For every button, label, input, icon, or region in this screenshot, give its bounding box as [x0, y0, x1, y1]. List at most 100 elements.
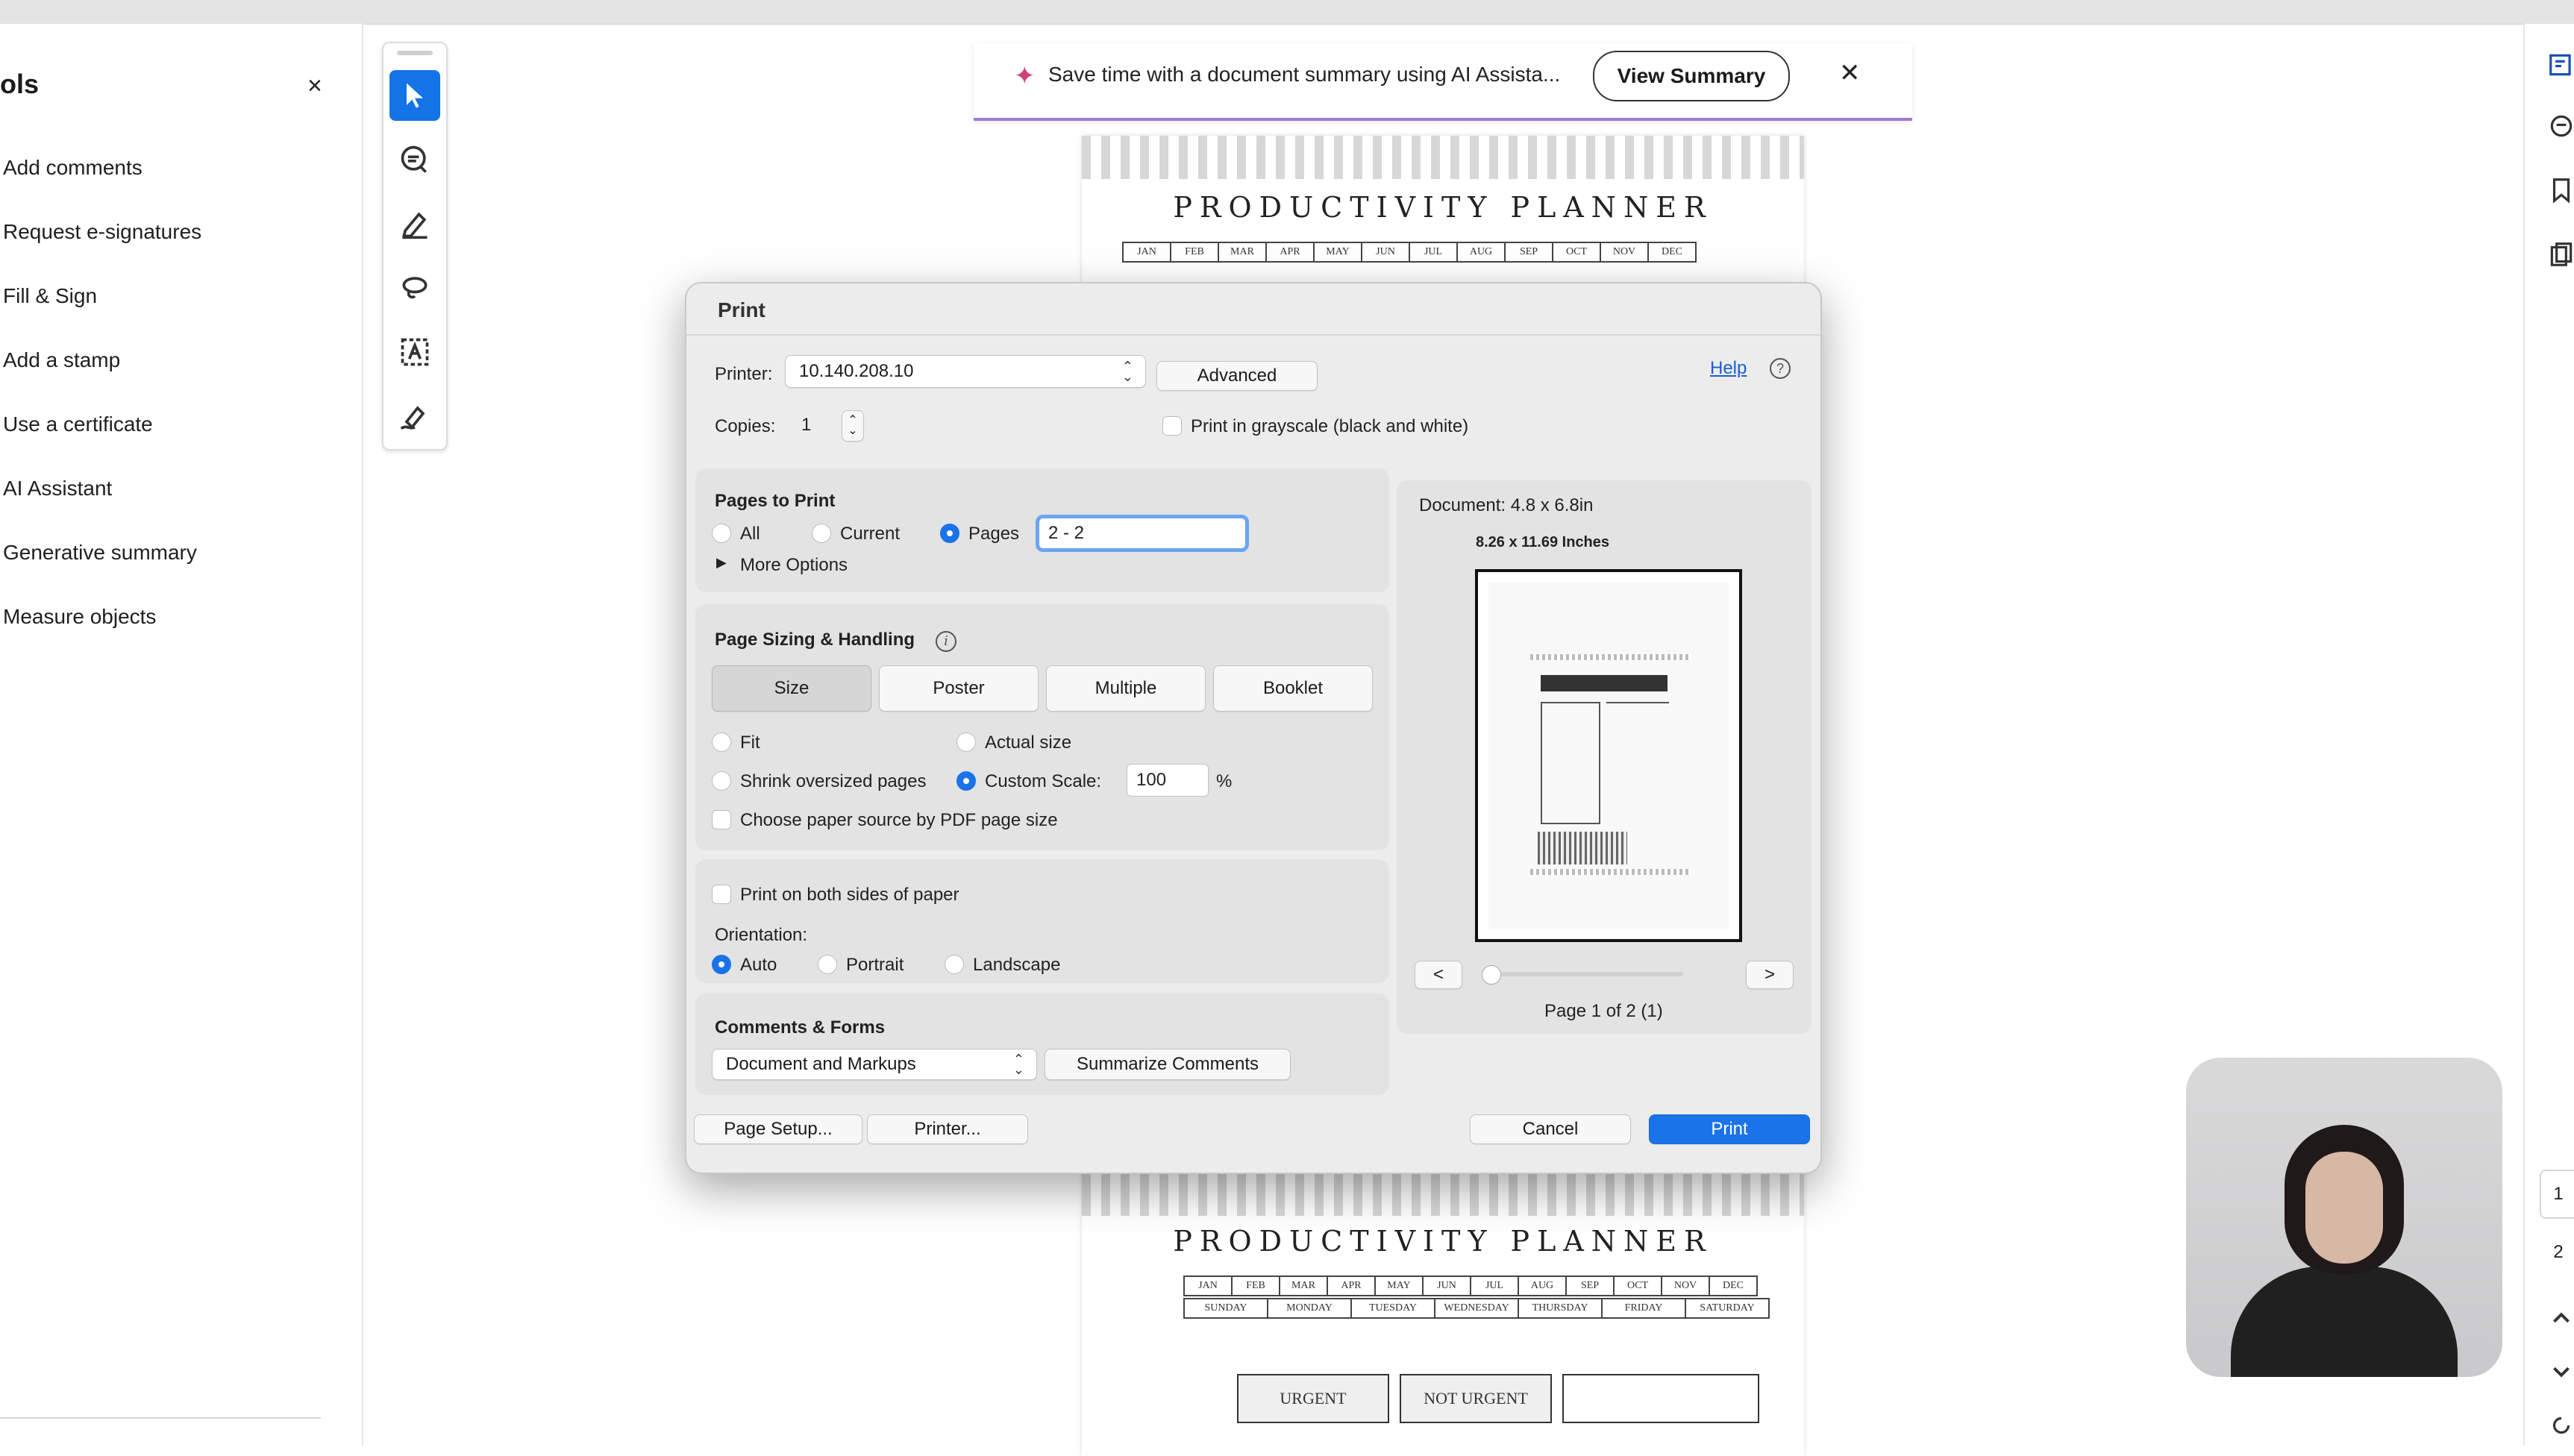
printer-button[interactable]: Printer...: [867, 1114, 1028, 1144]
printer-select[interactable]: 10.140.208.10 ⌃ ⌄: [785, 355, 1146, 388]
urgent-box: URGENT: [1237, 1374, 1389, 1423]
advanced-button[interactable]: Advanced: [1156, 361, 1318, 391]
copies-stepper[interactable]: ⌃ ⌄: [842, 410, 864, 442]
view-summary-button[interactable]: View Summary: [1593, 51, 1790, 101]
custom-scale-radio[interactable]: [956, 771, 976, 791]
weekday-cell-wednesday: WEDNESDAY: [1434, 1298, 1519, 1319]
current-page-label: Current: [840, 524, 901, 544]
orientation-auto-radio[interactable]: [712, 955, 731, 974]
page-setup-button[interactable]: Page Setup...: [694, 1114, 862, 1144]
shrink-oversized-label: Shrink oversized pages: [740, 771, 927, 791]
page-thumb-1[interactable]: 1: [2540, 1170, 2574, 1219]
chevron-up-icon[interactable]: [2547, 1304, 2574, 1332]
print-button[interactable]: Print: [1649, 1114, 1810, 1144]
weekday-cell-thursday: THURSDAY: [1518, 1298, 1603, 1319]
orientation-landscape-label: Landscape: [973, 955, 1061, 975]
tools-list: Add comments Request e-signatures Fill &…: [3, 136, 201, 649]
copies-label: Copies:: [715, 416, 776, 436]
preview-next-button[interactable]: >: [1746, 961, 1794, 989]
custom-scale-input[interactable]: 100: [1127, 764, 1209, 797]
cancel-button[interactable]: Cancel: [1470, 1114, 1631, 1144]
preview-page-status: Page 1 of 2 (1): [1544, 1001, 1663, 1021]
month-cell-apr: APR: [1327, 1275, 1376, 1296]
tool-add-a-stamp[interactable]: Add a stamp: [3, 328, 201, 392]
tool-request-e-signatures[interactable]: Request e-signatures: [3, 200, 201, 264]
tool-ai-assistant[interactable]: AI Assistant: [3, 456, 201, 521]
disclosure-triangle-icon[interactable]: ▶: [716, 555, 727, 571]
comments-icon[interactable]: [2547, 112, 2574, 140]
tab-poster[interactable]: Poster: [879, 665, 1039, 712]
dialog-title: Print: [718, 298, 765, 321]
orientation-landscape-radio[interactable]: [945, 955, 964, 974]
month-cell-jun: JUN: [1361, 242, 1410, 263]
both-sides-checkbox[interactable]: [712, 885, 731, 904]
tool-fill-sign[interactable]: Fill & Sign: [3, 264, 201, 328]
current-page-radio[interactable]: [812, 524, 831, 543]
month-cell-sep: SEP: [1565, 1275, 1615, 1296]
drag-handle[interactable]: [397, 51, 433, 55]
comments-forms-select[interactable]: Document and Markups ⌃ ⌄: [712, 1049, 1037, 1080]
both-sides-label: Print on both sides of paper: [740, 885, 959, 905]
more-options-toggle[interactable]: More Options: [740, 555, 848, 576]
select-tool-button[interactable]: [389, 70, 440, 121]
document-page-1: PRODUCTIVITY PLANNER JAN FEB MAR APR MAY JUN J…: [1082, 136, 1804, 300]
tool-use-a-certificate[interactable]: Use a certificate: [3, 392, 201, 456]
edit-pdf-icon[interactable]: [2547, 51, 2574, 79]
month-cell-jul: JUL: [1409, 242, 1458, 263]
weekday-cell-saturday: SATURDAY: [1685, 1298, 1770, 1319]
preview-prev-button[interactable]: <: [1415, 961, 1462, 989]
pages-icon[interactable]: [2547, 240, 2574, 269]
month-cell-nov: NOV: [1661, 1275, 1710, 1296]
sign-tool-button[interactable]: [389, 391, 440, 442]
tools-divider: [0, 1417, 321, 1419]
tab-size[interactable]: Size: [712, 665, 871, 712]
preview-page: [1488, 583, 1729, 929]
info-icon[interactable]: i: [936, 631, 956, 652]
tab-multiple[interactable]: Multiple: [1046, 665, 1206, 712]
paper-source-checkbox[interactable]: [712, 810, 731, 829]
lasso-tool-button[interactable]: [389, 263, 440, 313]
text-box-tool-button[interactable]: [389, 327, 440, 377]
copies-input[interactable]: 1: [792, 409, 837, 442]
close-icon[interactable]: ✕: [1839, 58, 1861, 88]
summarize-comments-button[interactable]: Summarize Comments: [1045, 1049, 1291, 1080]
fit-radio[interactable]: [712, 732, 731, 752]
page-thumb-2[interactable]: 2: [2540, 1228, 2574, 1277]
month-cell-jul: JUL: [1470, 1275, 1519, 1296]
text-box-icon: [401, 338, 429, 366]
updown-chevron-icon: ⌃ ⌄: [1012, 1052, 1024, 1077]
all-pages-radio[interactable]: [712, 524, 731, 543]
month-cell-aug: AUG: [1456, 242, 1506, 263]
pages-radio[interactable]: [940, 524, 959, 543]
tool-generative-summary[interactable]: Generative summary: [3, 521, 201, 585]
chevron-down-icon[interactable]: [2547, 1358, 2574, 1386]
tab-booklet[interactable]: Booklet: [1213, 665, 1373, 712]
month-cell-feb: FEB: [1170, 242, 1219, 263]
updown-chevron-icon: ⌃ ⌄: [1121, 359, 1133, 384]
paper-size-label: 8.26 x 11.69 Inches: [1476, 534, 1610, 550]
preview-page-slider[interactable]: [1489, 972, 1683, 976]
rotate-icon[interactable]: [2547, 1411, 2574, 1440]
help-question-icon[interactable]: ?: [1770, 358, 1791, 379]
cursor-arrow-icon: [407, 83, 423, 108]
tool-measure-objects[interactable]: Measure objects: [3, 585, 201, 649]
orientation-portrait-radio[interactable]: [818, 955, 837, 974]
webcam-overlay: [2186, 1058, 2502, 1377]
actual-size-radio[interactable]: [956, 732, 976, 752]
page-range-input[interactable]: 2 - 2: [1036, 515, 1249, 552]
bookmark-icon[interactable]: [2547, 176, 2574, 204]
grayscale-checkbox[interactable]: [1162, 416, 1182, 436]
tool-add-comments[interactable]: Add comments: [3, 136, 201, 200]
orientation-auto-label: Auto: [740, 955, 777, 975]
print-preview: [1475, 569, 1742, 942]
close-icon[interactable]: ×: [307, 72, 322, 101]
preview-slider-handle[interactable]: [1482, 965, 1501, 985]
ai-summary-banner: ✦ Save time with a document summary usin…: [974, 43, 1912, 121]
help-link[interactable]: Help: [1710, 358, 1747, 379]
comments-forms-value: Document and Markups: [726, 1054, 916, 1074]
shrink-oversized-radio[interactable]: [712, 771, 731, 791]
month-cell-aug: AUG: [1518, 1275, 1567, 1296]
orientation-portrait-label: Portrait: [846, 955, 904, 975]
highlight-tool-button[interactable]: [389, 198, 440, 249]
comment-tool-button[interactable]: [389, 134, 440, 185]
